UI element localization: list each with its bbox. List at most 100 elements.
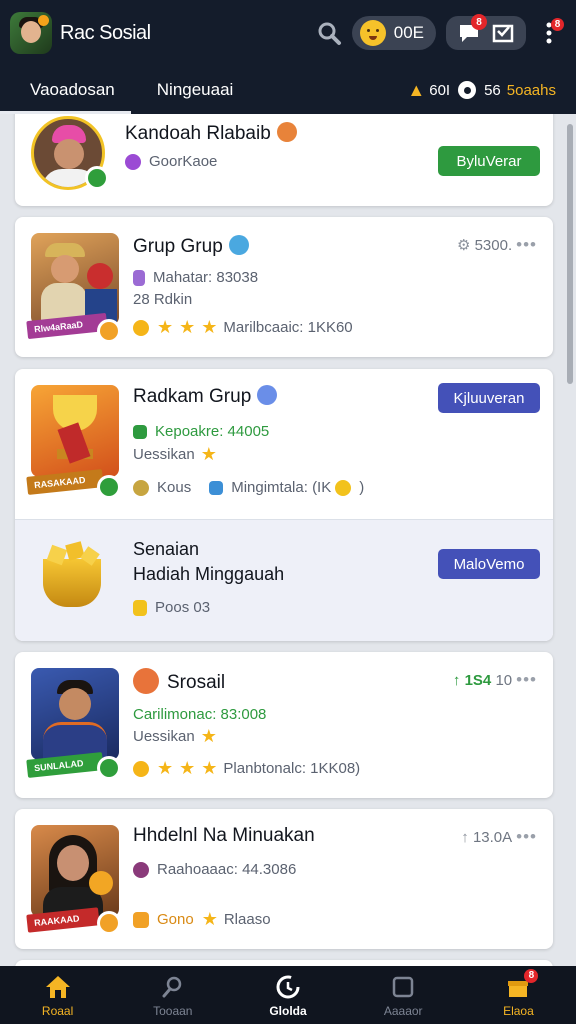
card-meta: Raahoaaac: 44.3086 bbox=[133, 861, 296, 878]
member-count: ↑ 13.0A ••• bbox=[461, 827, 537, 846]
trophy-icon: ▲ bbox=[407, 79, 426, 100]
group-list[interactable]: Kandoah Rlabaib GoorKaoe ByluVerar Rlw4a… bbox=[0, 114, 576, 966]
card-title: Srosail bbox=[133, 668, 225, 694]
calendar-icon bbox=[209, 480, 224, 495]
group-thumbnail bbox=[31, 668, 119, 760]
star-icon: ★ bbox=[201, 909, 218, 929]
star-icon: ★ bbox=[201, 758, 218, 778]
coin-balance-pill[interactable]: 00E bbox=[351, 16, 436, 50]
gear-icon: ⚙ bbox=[456, 237, 471, 254]
star-icon: ★ bbox=[157, 758, 174, 778]
star-icon: ★ bbox=[157, 317, 174, 337]
verified-badge bbox=[97, 475, 121, 499]
card-meta: Mahatar: 83038 bbox=[133, 269, 258, 286]
tab-stats: ▲ 60I 56 5oaahs bbox=[407, 80, 576, 101]
nav-square[interactable]: Aaaaor bbox=[346, 966, 461, 1024]
chat-icon[interactable]: 8 bbox=[452, 14, 487, 50]
card-meta: Carilimonac: 83:008 bbox=[133, 706, 267, 723]
gold-basket-icon bbox=[37, 541, 109, 615]
reward-title: Senaian bbox=[133, 539, 200, 559]
gift-icon: 8 bbox=[504, 968, 539, 1001]
coin-icon bbox=[133, 319, 149, 336]
online-badge bbox=[85, 166, 109, 190]
group-card[interactable]: SUNLALAD Srosail ↑ 1S4 10 ••• Carilimonac… bbox=[15, 652, 553, 798]
nav-search[interactable]: Tooaan bbox=[115, 966, 230, 1024]
group-card[interactable]: RAAKAAD Hhdelnl Na Minuakan ↑ 13.0A ••• R… bbox=[15, 809, 553, 949]
top-bar: Rac Sosial 00E 8 8 bbox=[0, 0, 576, 66]
join-button[interactable]: ByluVerar bbox=[438, 146, 540, 176]
coin-icon bbox=[133, 760, 149, 777]
inbox-icon[interactable] bbox=[486, 16, 520, 50]
badge-icon bbox=[228, 235, 249, 255]
star-icon: ★ bbox=[179, 758, 196, 778]
card-title: Radkam Grup bbox=[133, 385, 278, 408]
record-icon bbox=[458, 81, 477, 99]
join-button[interactable]: Kjluuveran bbox=[438, 383, 540, 413]
message-badge: 8 bbox=[471, 14, 487, 30]
search-icon bbox=[159, 973, 187, 1001]
star-icon: ★ bbox=[200, 444, 217, 464]
nav-home[interactable]: Roaal bbox=[0, 966, 115, 1024]
home-icon bbox=[44, 973, 72, 1001]
group-thumbnail bbox=[31, 233, 119, 325]
group-thumbnail bbox=[31, 825, 119, 917]
chart-icon bbox=[133, 424, 147, 439]
more-icon[interactable]: ••• bbox=[516, 670, 537, 689]
nav-gift[interactable]: 8 Elaoa bbox=[461, 966, 576, 1024]
more-icon[interactable]: ••• bbox=[516, 827, 537, 846]
card-meta: Kous Mingimtala: (IK ) bbox=[133, 479, 364, 496]
app-logo[interactable] bbox=[10, 12, 52, 54]
stat-value-1: 60I bbox=[429, 81, 451, 99]
coin-icon bbox=[133, 911, 149, 928]
smiley-icon bbox=[359, 20, 386, 46]
trend-value: ↑ 1S4 bbox=[452, 672, 492, 689]
coin-icon bbox=[133, 599, 147, 616]
group-card[interactable]: RASAKAAD Radkam Grup Kjluuveran Kepoakre… bbox=[15, 369, 553, 641]
member-count: ⚙ 5300. ••• bbox=[456, 235, 537, 254]
group-card[interactable]: Kandoah Rlabaib GoorKaoe ByluVerar bbox=[15, 114, 553, 206]
meta-value: Kepoakre: 44005 bbox=[155, 423, 270, 440]
card-meta: Kepoakre: 44005 bbox=[133, 423, 269, 440]
id-icon bbox=[133, 269, 145, 286]
square-icon bbox=[389, 973, 417, 1001]
card-title: Kandoah Rlabaib bbox=[125, 122, 297, 145]
search-icon[interactable] bbox=[312, 16, 346, 50]
star-icon: ★ bbox=[201, 317, 218, 337]
tab-ningeuaai[interactable]: Ningeuaai bbox=[143, 66, 248, 114]
refresh-icon bbox=[274, 973, 302, 1001]
coin-icon bbox=[133, 479, 149, 496]
verified-badge bbox=[97, 319, 121, 343]
coin-icon bbox=[335, 479, 352, 496]
scrollbar[interactable] bbox=[567, 124, 573, 384]
more-menu-icon[interactable]: 8 bbox=[532, 16, 566, 50]
claim-button[interactable]: MaloVemo bbox=[438, 549, 540, 579]
message-actions: 8 bbox=[446, 14, 526, 50]
star-icon: ★ bbox=[200, 726, 217, 746]
card-title: Hhdelnl Na Minuakan bbox=[133, 825, 315, 846]
bottom-nav: Roaal Tooaan Glolda Aaaaor 8 Elaoa bbox=[0, 966, 576, 1024]
avatar-icon bbox=[133, 668, 159, 694]
verified-badge bbox=[97, 911, 121, 935]
card-meta: 28 Rdkin bbox=[133, 291, 193, 308]
gift-badge: 8 bbox=[524, 968, 539, 983]
card-meta: ★ ★ ★ Planbtonalc: 1KK08) bbox=[133, 758, 360, 779]
tab-vaoadosan[interactable]: Vaoadosan bbox=[0, 66, 131, 114]
coin-count: 00E bbox=[393, 23, 424, 42]
card-meta: Gono ★ Rlaaso bbox=[133, 909, 271, 930]
group-card[interactable]: Rlw4aRaaD Grup Grup ⚙ 5300. ••• Mahatar: … bbox=[15, 217, 553, 357]
verified-badge bbox=[97, 756, 121, 780]
group-icon bbox=[125, 153, 141, 170]
reward-meta: Poos 03 bbox=[133, 599, 210, 616]
badge-icon bbox=[276, 122, 297, 142]
card-title: Grup Grup bbox=[133, 235, 249, 258]
nav-refresh[interactable]: Glolda bbox=[230, 966, 345, 1024]
more-icon[interactable]: ••• bbox=[516, 235, 537, 254]
star-icon: ★ bbox=[179, 317, 196, 337]
badge-icon bbox=[257, 385, 278, 405]
stat-value-2: 56 bbox=[484, 81, 501, 99]
tab-bar: Vaoadosan Ningeuaai ▲ 60I 56 5oaahs bbox=[0, 66, 576, 114]
card-meta: GoorKaoe bbox=[125, 153, 217, 170]
group-thumbnail bbox=[31, 385, 119, 477]
app-title: Rac Sosial bbox=[60, 21, 151, 44]
trend-icon: ↑ bbox=[461, 829, 473, 846]
